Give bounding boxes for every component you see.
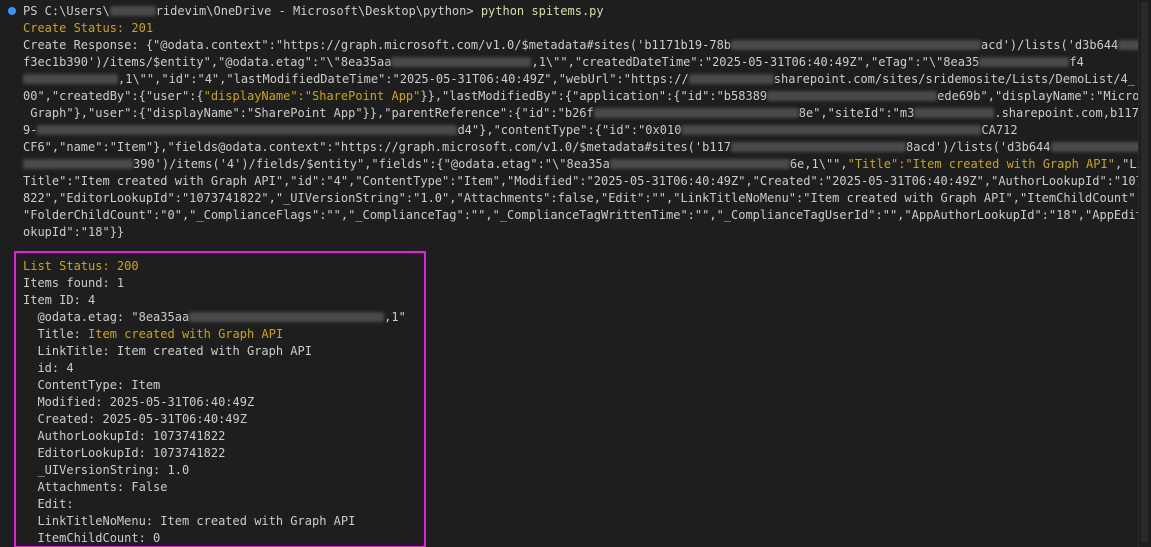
items-found: Items found: 1	[23, 276, 125, 290]
field-edit: Edit:	[23, 497, 74, 511]
create-response-line: okupId":"18"}}	[23, 225, 125, 239]
field-contenttype: ContentType: Item	[23, 378, 161, 392]
field-etag: @odata.etag: "8ea35aa ,1"	[23, 310, 406, 324]
create-response-line: Create Response: {"@odata.context":"http…	[23, 37, 1138, 54]
create-response-line: Title":"Item created with Graph API","id…	[23, 174, 1138, 188]
field-attachments: Attachments: False	[23, 480, 168, 494]
create-response-line: Graph"},"user":{"displayName":"SharePoin…	[23, 106, 1138, 120]
field-modified: Modified: 2025-05-31T06:40:49Z	[23, 395, 255, 409]
field-created: Created: 2025-05-31T06:40:49Z	[23, 412, 247, 426]
redacted-username	[109, 6, 156, 16]
create-response-line: 9- d4"},"contentType":{"id":"0x010 CA712	[23, 123, 1018, 137]
create-response-line: "FolderChildCount":"0","_ComplianceFlags…	[23, 208, 1138, 222]
field-linktitlenomenu: LinkTitleNoMenu: Item created with Graph…	[23, 514, 356, 528]
create-status: Create Status: 201	[23, 21, 154, 35]
create-response-line: CF6","name":"Item"},"fields@odata.contex…	[23, 139, 1138, 156]
field-editor: EditorLookupId: 1073741822	[23, 446, 226, 460]
field-itemchildcount: ItemChildCount: 0	[23, 531, 161, 545]
create-response-line: 390')/items('4')/fields/$entity","fields…	[23, 156, 1138, 173]
command-text: python spitems.py	[480, 4, 604, 18]
field-uiversion: _UIVersionString: 1.0	[23, 463, 190, 477]
item-id: Item ID: 4	[23, 293, 96, 307]
command-decoration-icon[interactable]	[8, 7, 16, 15]
field-title: Title: Item created with Graph API	[23, 327, 284, 341]
create-response-line: ,1\"","id":"4","lastModifiedDateTime":"2…	[23, 71, 1138, 88]
field-linktitle: LinkTitle: Item created with Graph API	[23, 344, 312, 358]
prompt-line: PS C:\Users\ ridevim\OneDrive - Microsoft…	[23, 4, 604, 18]
list-status: List Status: 200	[23, 259, 139, 273]
create-response-line: 00","createdBy":{"user":{"displayName":"…	[23, 89, 1138, 103]
scrollbar-thumb[interactable]	[1141, 2, 1148, 542]
create-response-line: 822","EditorLookupId":"1073741822","_UIV…	[23, 191, 1138, 205]
terminal-output[interactable]: PS C:\Users\ ridevim\OneDrive - Microsoft…	[0, 0, 1138, 547]
field-author: AuthorLookupId: 1073741822	[23, 429, 226, 443]
create-response-line: f3ec1b390')/items/$entity","@odata.etag"…	[23, 55, 1084, 69]
field-id: id: 4	[23, 361, 74, 375]
